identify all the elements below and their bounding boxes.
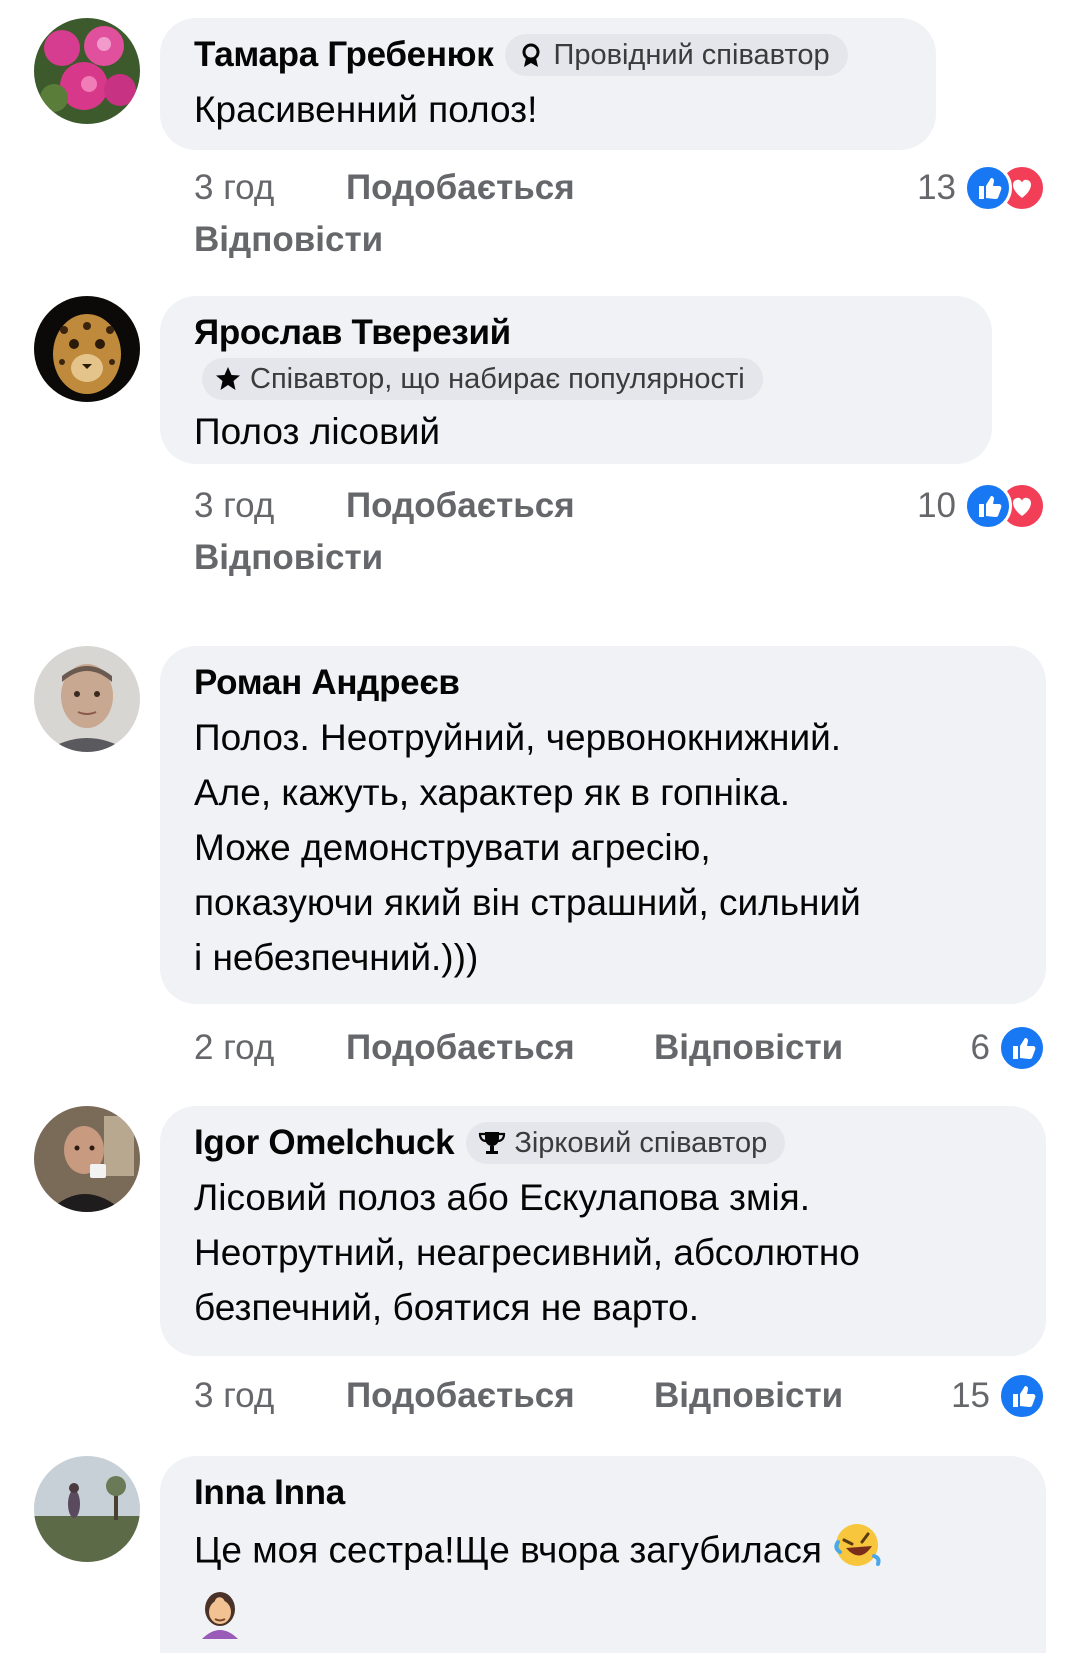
rolling-laughing-emoji	[832, 1520, 882, 1585]
comment-text-line: Полоз. Неотруйний, червонокнижний.	[194, 717, 842, 758]
comment-actions: 2 год Подобається Відповісти 6	[194, 1024, 1046, 1078]
timestamp[interactable]: 2 год	[194, 1028, 274, 1068]
avatar-flowers-image	[34, 18, 140, 124]
avatar-man-portrait-image	[34, 646, 140, 752]
comment-text-line: Неотрутний, неагресивний, абсолютно	[194, 1232, 860, 1273]
contributor-badge: Зірковий співавтор	[466, 1122, 786, 1164]
woman-facepalming-emoji	[194, 1587, 246, 1644]
timestamp[interactable]: 3 год	[194, 486, 274, 526]
contributor-badge: Провідний співавтор	[505, 34, 848, 76]
reactions-summary[interactable]: 10	[917, 482, 1046, 530]
badge-label: Співавтор, що набирає популярності	[250, 362, 745, 395]
comment-actions: 3 год Подобається Відповісти 15	[194, 1372, 1046, 1426]
star-icon	[214, 365, 242, 393]
comment-bubble: Ярослав Тверезий Співавтор, що набирає п…	[160, 296, 992, 464]
reaction-count: 10	[917, 486, 956, 525]
avatar-leopard-image	[34, 296, 140, 402]
author-name[interactable]: Роман Андреєв	[194, 660, 460, 706]
timestamp[interactable]: 3 год	[194, 1376, 274, 1416]
avatar[interactable]	[34, 1106, 140, 1212]
comment-actions: 3 год Подобається Відповісти 10	[194, 482, 1046, 586]
reply-button[interactable]: Відповісти	[194, 220, 383, 260]
comment-actions: 3 год Подобається Відповісти 13	[194, 164, 1046, 268]
reactions-summary[interactable]: 6	[971, 1024, 1046, 1072]
badge-label: Зірковий співавтор	[514, 1126, 768, 1159]
comment-text-line: показуючи який він страшний, сильний	[194, 882, 861, 923]
avatar-landscape-image	[34, 1456, 140, 1562]
badge-label: Провідний співавтор	[553, 38, 830, 71]
reactions-summary[interactable]: 13	[917, 164, 1046, 212]
like-reaction-icon	[964, 482, 1012, 530]
comment-text-line: безпечний, боятися не варто.	[194, 1287, 699, 1328]
comment-text-content: Це моя сестра!Ще вчора загубилася	[194, 1529, 822, 1571]
avatar[interactable]	[34, 1456, 140, 1562]
author-name[interactable]: Ярослав Тверезий	[194, 310, 511, 356]
avatar-man-with-cup-image	[34, 1106, 140, 1212]
reaction-count: 15	[951, 1376, 990, 1415]
reactions-summary[interactable]: 15	[951, 1372, 1046, 1420]
like-reaction-icon	[998, 1372, 1046, 1420]
reaction-count: 6	[970, 1028, 990, 1067]
comment-text: Полоз лісовий	[194, 411, 441, 452]
award-ribbon-icon	[517, 41, 545, 69]
timestamp[interactable]: 3 год	[194, 168, 274, 208]
reaction-count: 13	[917, 168, 956, 207]
comment-bubble: Тамара Гребенюк Провідний співавтор Крас…	[160, 18, 936, 150]
comment-text: Це моя сестра!Ще вчора загубилася	[194, 1520, 1012, 1585]
like-button[interactable]: Подобається	[346, 168, 575, 208]
comment-text-line: Може демонструвати агресію,	[194, 827, 711, 868]
comment-bubble: Inna Inna Це моя сестра!Ще вчора загубил…	[160, 1456, 1046, 1653]
comment-bubble: Роман Андреєв Полоз. Неотруйний, червоно…	[160, 646, 1046, 1004]
avatar[interactable]	[34, 646, 140, 752]
like-button[interactable]: Подобається	[346, 486, 575, 526]
avatar[interactable]	[34, 296, 140, 402]
like-button[interactable]: Подобається	[346, 1028, 575, 1068]
author-name[interactable]: Inna Inna	[194, 1470, 345, 1516]
trophy-icon	[478, 1129, 506, 1157]
comment-text-line: і небезпечний.)))	[194, 937, 479, 978]
reply-button[interactable]: Відповісти	[654, 1028, 843, 1068]
comment-text-line: Лісовий полоз або Ескулапова змія.	[194, 1177, 810, 1218]
comment-bubble: Igor Omelchuck Зірковий співавтор Лісови…	[160, 1106, 1046, 1356]
contributor-badge: Співавтор, що набирає популярності	[202, 358, 763, 400]
avatar[interactable]	[34, 18, 140, 124]
reply-button[interactable]: Відповісти	[654, 1376, 843, 1416]
like-button[interactable]: Подобається	[346, 1376, 575, 1416]
comment-text: Красивенний полоз!	[194, 89, 538, 130]
reply-button[interactable]: Відповісти	[194, 538, 383, 578]
like-reaction-icon	[998, 1024, 1046, 1072]
comment-text-line: Але, кажуть, характер як в гопніка.	[194, 772, 791, 813]
author-name[interactable]: Igor Omelchuck	[194, 1120, 455, 1166]
author-name[interactable]: Тамара Гребенюк	[194, 32, 494, 78]
like-reaction-icon	[964, 164, 1012, 212]
